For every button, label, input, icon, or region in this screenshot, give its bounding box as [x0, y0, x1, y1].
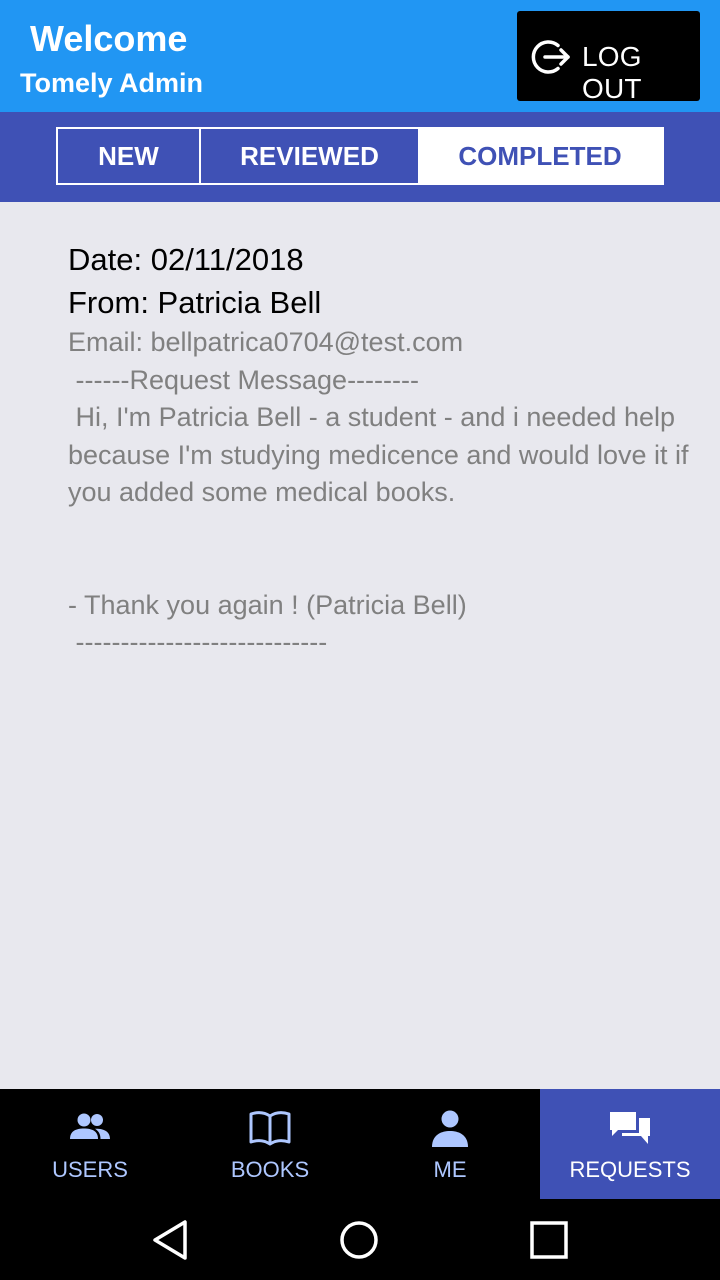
- person-icon: [432, 1110, 468, 1147]
- users-icon: [70, 1113, 110, 1139]
- logout-label: LOG OUT: [582, 41, 642, 104]
- message-body: Hi, I'm Patricia Bell - a student - and …: [68, 402, 689, 657]
- nav-users[interactable]: USERS: [0, 1089, 180, 1199]
- logout-button[interactable]: LOG OUT: [517, 11, 700, 104]
- nav-requests-label: REQUESTS: [569, 1157, 691, 1182]
- system-navigation-bar: [0, 1199, 720, 1280]
- recents-icon[interactable]: [526, 1217, 572, 1263]
- request-date: Date: 02/11/2018: [68, 242, 304, 277]
- message-header: ------Request Message--------: [68, 364, 420, 395]
- logout-icon: [531, 40, 570, 74]
- tab-new[interactable]: NEW: [58, 129, 201, 183]
- request-email: Email: bellpatrica0704@test.com: [68, 327, 464, 357]
- nav-books[interactable]: BOOKS: [180, 1089, 360, 1199]
- app-header: Welcome Tomely Admin LOG OUT: [0, 0, 720, 112]
- nav-books-label: BOOKS: [230, 1157, 310, 1182]
- tab-completed[interactable]: COMPLETED: [418, 129, 662, 183]
- home-icon[interactable]: [336, 1217, 382, 1263]
- nav-requests[interactable]: REQUESTS: [540, 1089, 720, 1199]
- chat-icon: [610, 1112, 650, 1144]
- nav-me[interactable]: ME: [360, 1089, 540, 1199]
- bottom-navigation: USERS BOOKS ME REQUESTS: [0, 1089, 720, 1199]
- back-icon[interactable]: [148, 1217, 194, 1263]
- book-icon: [249, 1111, 291, 1146]
- request-from: From: Patricia Bell: [68, 285, 322, 320]
- welcome-title: Welcome: [30, 18, 188, 59]
- status-tab-bar: NEW REVIEWED COMPLETED: [0, 112, 720, 202]
- tab-reviewed[interactable]: REVIEWED: [201, 129, 418, 183]
- request-detail: Date: 02/11/2018 From: Patricia Bell Ema…: [68, 238, 708, 662]
- nav-me-label: ME: [433, 1157, 467, 1182]
- status-tabs: NEW REVIEWED COMPLETED: [56, 127, 664, 185]
- nav-users-label: USERS: [52, 1157, 128, 1182]
- admin-name: Tomely Admin: [20, 68, 204, 98]
